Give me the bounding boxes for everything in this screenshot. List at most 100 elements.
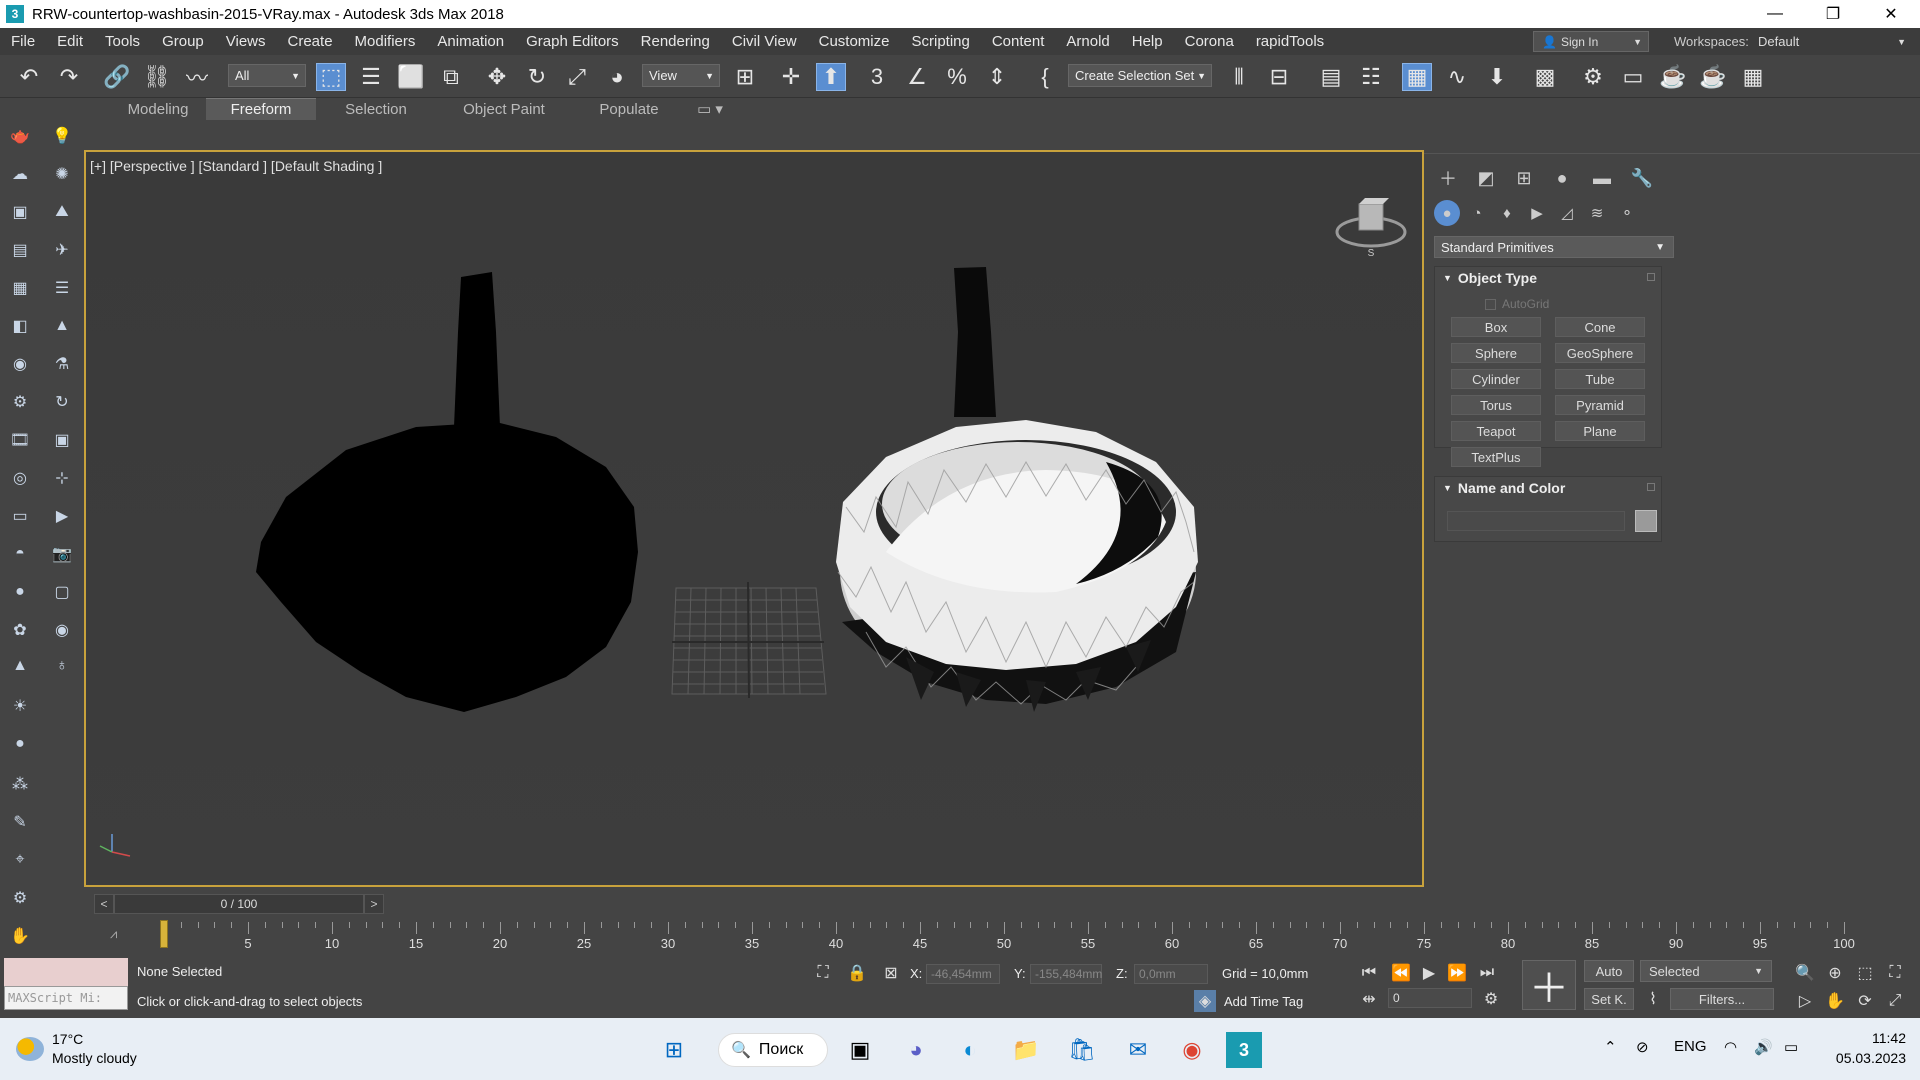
compass-icon[interactable]: ⌖ xyxy=(8,848,32,872)
menu-file[interactable]: File xyxy=(0,28,46,55)
z-coord-field[interactable]: 0,0mm xyxy=(1134,964,1208,984)
rotate-icon[interactable]: ↻ xyxy=(522,63,552,91)
select-by-name-icon[interactable]: ☰ xyxy=(356,63,386,91)
primitive-category-dropdown[interactable]: Standard Primitives ▼ xyxy=(1434,236,1674,258)
zoom-all-icon[interactable]: ⊕ xyxy=(1824,962,1846,984)
pivot-center-icon[interactable]: ⊞ xyxy=(730,63,760,91)
textplus-button[interactable]: TextPlus xyxy=(1451,447,1541,467)
input-language[interactable]: ENG xyxy=(1674,1038,1707,1055)
undo-icon[interactable]: ↶ xyxy=(14,63,44,91)
redo-icon[interactable]: ↷ xyxy=(54,63,84,91)
cloud-icon[interactable]: ☁ xyxy=(8,162,32,186)
geometry-icon[interactable]: ● xyxy=(1434,200,1460,226)
cylinder-button[interactable]: Cylinder xyxy=(1451,369,1541,389)
name-and-color-header[interactable]: ▼ Name and Color xyxy=(1435,477,1661,499)
material-editor-icon[interactable]: ▩ xyxy=(1530,63,1560,91)
cone-light-icon[interactable]: ▲ xyxy=(8,654,32,678)
time-configuration-icon[interactable]: ⚙ xyxy=(1480,988,1502,1010)
settings-gear-icon[interactable]: ⚙ xyxy=(8,886,32,910)
edge-browser-icon[interactable]: ◐ xyxy=(950,1030,990,1070)
pyramid-button[interactable]: Pyramid xyxy=(1555,395,1645,415)
menu-modifiers[interactable]: Modifiers xyxy=(344,28,427,55)
field-of-view-icon[interactable]: ▷ xyxy=(1794,990,1816,1012)
autogrid-checkbox[interactable]: AutoGrid xyxy=(1485,297,1549,311)
chrome-browser-icon[interactable]: ◉ xyxy=(1172,1030,1212,1070)
shapes-icon[interactable]: ◔ xyxy=(1464,200,1490,226)
schematic-view-icon[interactable]: ⬇ xyxy=(1482,63,1512,91)
maxscript-input[interactable]: MAXScript Mi: xyxy=(4,986,128,1010)
render-setup-icon[interactable]: ⚙ xyxy=(1578,63,1608,91)
hand-icon[interactable]: ✋ xyxy=(8,924,32,948)
y-coord-field[interactable]: -155,484mm xyxy=(1030,964,1102,984)
microsoft-store-icon[interactable]: 🛍 xyxy=(1062,1030,1102,1070)
set-key-big-button[interactable]: ＋ xyxy=(1522,960,1576,1011)
task-view-icon[interactable]: ▣ xyxy=(840,1030,880,1070)
isolate-selection-icon[interactable]: ⛶ xyxy=(812,962,834,984)
minimize-button[interactable]: — xyxy=(1746,0,1804,28)
spray-icon[interactable]: ⚗ xyxy=(50,352,74,376)
layers-icon[interactable]: ◧ xyxy=(8,314,32,338)
tab-populate[interactable]: Populate xyxy=(582,98,676,120)
hierarchy-tab-icon[interactable]: ⊞ xyxy=(1510,164,1538,192)
key-filter-dropdown[interactable]: Selected ▼ xyxy=(1640,960,1772,982)
teapot-icon[interactable]: 🫖 xyxy=(8,124,32,148)
document-icon[interactable]: ▤ xyxy=(8,238,32,262)
menu-corona[interactable]: Corona xyxy=(1174,28,1245,55)
box-button[interactable]: Box xyxy=(1451,317,1541,337)
workspaces-dropdown[interactable]: Default ▼ xyxy=(1752,31,1912,52)
render-production-icon[interactable]: ☕ xyxy=(1658,63,1688,91)
grid-table-icon[interactable]: ▦ xyxy=(8,276,32,300)
object-name-field[interactable] xyxy=(1447,511,1625,531)
lightbulb-colored-icon[interactable]: ◉ xyxy=(8,352,32,376)
windows-start-icon[interactable]: ⊞ xyxy=(654,1030,694,1070)
set-key-button[interactable]: Set K. xyxy=(1584,988,1634,1010)
angle-snap-icon[interactable]: ∠ xyxy=(902,63,932,91)
restore-button[interactable]: ❐ xyxy=(1804,0,1862,28)
menu-tools[interactable]: Tools xyxy=(94,28,151,55)
select-object-icon[interactable]: ⬚ xyxy=(316,63,346,91)
menu-help[interactable]: Help xyxy=(1121,28,1174,55)
maxscript-output[interactable] xyxy=(4,958,128,986)
utilities-tab-icon[interactable]: 🔧 xyxy=(1628,164,1656,192)
window-icon[interactable]: ▭ xyxy=(8,504,32,528)
link-icon[interactable]: 🔗 xyxy=(102,63,132,91)
material-browser-icon[interactable]: ▣ xyxy=(8,200,32,224)
cameras-icon[interactable]: ▶ xyxy=(1524,200,1550,226)
select-manipulate-icon[interactable]: ✛ xyxy=(776,63,806,91)
viewport-label[interactable]: [+] [Perspective ] [Standard ] [Default … xyxy=(90,158,382,174)
render-frame-icon[interactable]: ▣ xyxy=(50,428,74,452)
key-tangent-icon[interactable]: ⌇ xyxy=(1642,988,1664,1010)
zoom-icon[interactable]: 🔍 xyxy=(1794,962,1816,984)
window-crossing-icon[interactable]: ⧉ xyxy=(436,63,466,91)
menu-rendering[interactable]: Rendering xyxy=(630,28,721,55)
orbit-icon[interactable]: ⟳ xyxy=(1854,990,1876,1012)
align-icon[interactable]: ⊟ xyxy=(1264,63,1294,91)
time-slider-next-button[interactable]: > xyxy=(364,894,384,914)
taskbar-search[interactable]: 🔍 Поиск xyxy=(718,1033,828,1067)
named-selection-set-dropdown[interactable]: Create Selection Set ▼ xyxy=(1068,64,1212,87)
previous-frame-icon[interactable]: ⏪ xyxy=(1390,962,1412,984)
current-frame-marker[interactable] xyxy=(160,920,168,948)
play-icon[interactable]: ▶ xyxy=(1418,962,1440,984)
list-icon[interactable]: ☰ xyxy=(50,276,74,300)
keyboard-shortcut-override-icon[interactable]: ⬆ xyxy=(816,63,846,91)
sphere-button[interactable]: Sphere xyxy=(1451,343,1541,363)
create-tab-icon[interactable]: ＋ xyxy=(1434,164,1462,192)
sun-icon[interactable]: ✺ xyxy=(50,162,74,186)
refresh-icon[interactable]: ↻ xyxy=(50,390,74,414)
rollout-pin-icon[interactable] xyxy=(1647,483,1655,491)
sphere-light-icon[interactable]: ● xyxy=(8,580,32,604)
render-cloud-icon[interactable]: ▦ xyxy=(1738,63,1768,91)
layer-explorer-icon[interactable]: ☷ xyxy=(1356,63,1386,91)
spinner-snap-icon[interactable]: ⇕ xyxy=(982,63,1012,91)
volume-icon[interactable]: 🔊 xyxy=(1754,1038,1773,1056)
plant-icon[interactable]: ✿ xyxy=(8,618,32,642)
cone-button[interactable]: Cone xyxy=(1555,317,1645,337)
systems-icon[interactable]: ⚬ xyxy=(1614,200,1640,226)
rectangular-selection-icon[interactable]: ⬜ xyxy=(396,63,426,91)
edit-named-selection-icon[interactable]: { xyxy=(1030,63,1060,91)
object-type-header[interactable]: ▼ Object Type xyxy=(1435,267,1661,289)
network-off-icon[interactable]: ⊘ xyxy=(1636,1038,1649,1056)
time-slider-thumb[interactable]: 0 / 100 xyxy=(114,894,364,914)
sign-in-dropdown[interactable]: 👤 Sign In ▼ xyxy=(1533,31,1649,52)
